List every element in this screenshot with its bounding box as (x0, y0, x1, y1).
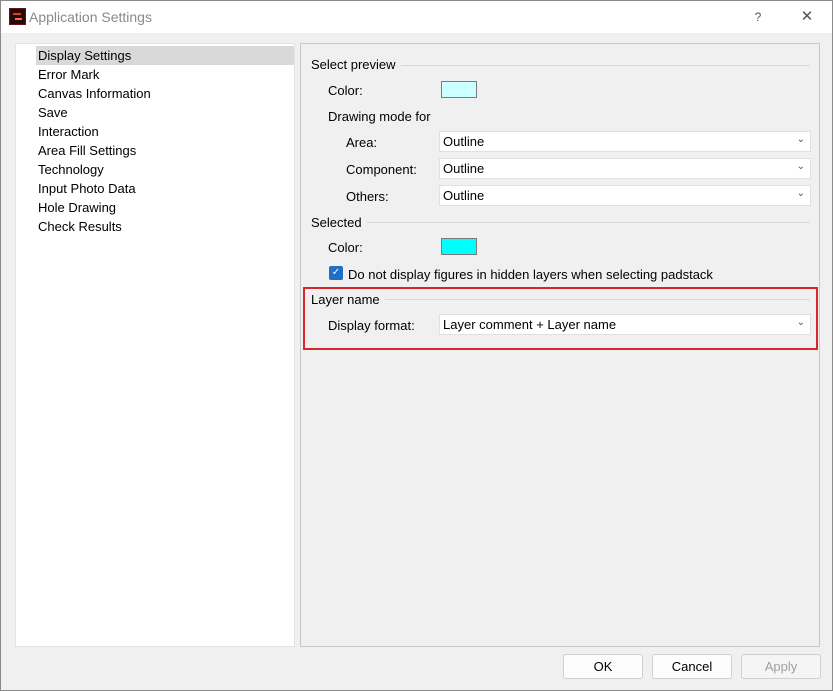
selected-color-swatch[interactable] (441, 238, 477, 255)
nav-item-area-fill-settings[interactable]: Area Fill Settings (36, 141, 136, 160)
select-preview-group-title: Select preview (311, 57, 396, 72)
select-preview-color-label: Color: (328, 83, 363, 98)
nav-item-interaction[interactable]: Interaction (36, 122, 99, 141)
others-label: Others: (346, 189, 389, 204)
settings-category-list: Display Settings Error Mark Canvas Infor… (15, 43, 295, 647)
nav-item-canvas-information[interactable]: Canvas Information (36, 84, 151, 103)
area-mode-value: Outline (443, 134, 485, 149)
component-mode-select[interactable]: Outline ⌄ (439, 158, 811, 179)
hide-hidden-layers-label: Do not display figures in hidden layers … (348, 267, 713, 282)
selected-divider (367, 222, 810, 223)
nav-item-display-settings[interactable]: Display Settings (36, 46, 294, 65)
ok-button[interactable]: OK (563, 654, 643, 679)
cancel-button[interactable]: Cancel (652, 654, 732, 679)
area-mode-select[interactable]: Outline ⌄ (439, 131, 811, 152)
others-mode-select[interactable]: Outline ⌄ (439, 185, 811, 206)
selected-color-label: Color: (328, 240, 363, 255)
select-preview-color-swatch[interactable] (441, 81, 477, 98)
chevron-down-icon: ⌄ (796, 188, 805, 199)
nav-item-save[interactable]: Save (36, 103, 68, 122)
select-preview-divider (401, 65, 810, 66)
nav-item-check-results[interactable]: Check Results (36, 217, 122, 236)
title-bar: Application Settings ? ✕ (1, 1, 832, 33)
layer-name-highlight-box (303, 287, 818, 350)
nav-item-error-mark[interactable]: Error Mark (36, 65, 99, 84)
nav-item-technology[interactable]: Technology (36, 160, 104, 179)
window-title: Application Settings (29, 9, 152, 25)
nav-item-input-photo-data[interactable]: Input Photo Data (36, 179, 136, 198)
close-icon[interactable]: ✕ (796, 6, 818, 28)
app-icon (9, 8, 26, 25)
selected-group-title: Selected (311, 215, 362, 230)
checkmark-icon: ✓ (331, 267, 341, 278)
others-mode-value: Outline (443, 188, 485, 203)
apply-button[interactable]: Apply (741, 654, 821, 679)
chevron-down-icon: ⌄ (796, 134, 805, 145)
help-button[interactable]: ? (749, 7, 767, 27)
nav-item-hole-drawing[interactable]: Hole Drawing (36, 198, 116, 217)
drawing-mode-label: Drawing mode for (328, 109, 431, 124)
chevron-down-icon: ⌄ (796, 161, 805, 172)
component-label: Component: (346, 162, 417, 177)
application-settings-window: Application Settings ? ✕ Display Setting… (0, 0, 833, 691)
component-mode-value: Outline (443, 161, 485, 176)
hide-hidden-layers-checkbox[interactable]: ✓ (329, 266, 343, 280)
area-label: Area: (346, 135, 378, 150)
